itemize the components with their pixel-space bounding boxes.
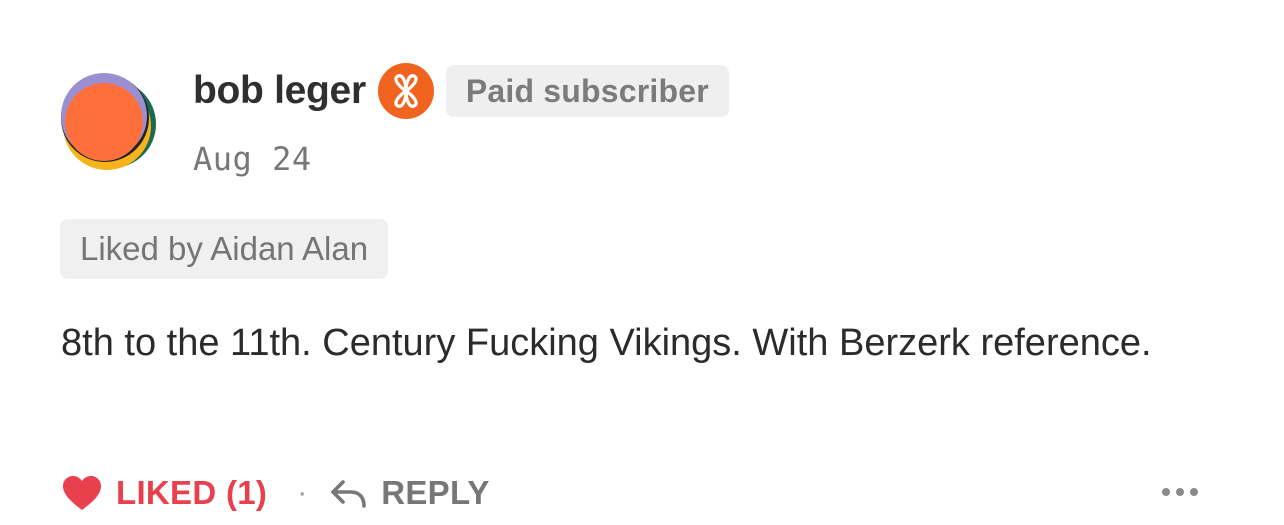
reply-arrow-icon xyxy=(329,476,367,510)
comment-date[interactable]: Aug 24 xyxy=(193,140,312,178)
avatar-image xyxy=(61,73,156,170)
comment-actions: LIKED (1) · REPLY xyxy=(62,470,490,516)
action-separator: · xyxy=(297,476,308,509)
paid-subscriber-badge: Paid subscriber xyxy=(445,65,729,117)
reply-button[interactable]: REPLY xyxy=(329,474,490,512)
liked-by-tag: Liked by Aidan Alan xyxy=(60,219,389,279)
avatar[interactable] xyxy=(60,72,158,170)
reply-label: REPLY xyxy=(381,474,490,511)
comment-header: bob leger Paid subscriber xyxy=(193,62,729,120)
like-button[interactable]: LIKED (1) xyxy=(62,474,267,512)
comment-body: 8th to the 11th. Century Fucking Vikings… xyxy=(61,322,1152,364)
substack-flower-badge-icon xyxy=(377,63,434,119)
more-options-icon xyxy=(1162,488,1198,496)
author-name[interactable]: bob leger xyxy=(193,69,366,113)
heart-icon xyxy=(62,475,102,511)
more-options-button[interactable] xyxy=(1158,478,1202,506)
like-label: LIKED (1) xyxy=(116,474,268,511)
